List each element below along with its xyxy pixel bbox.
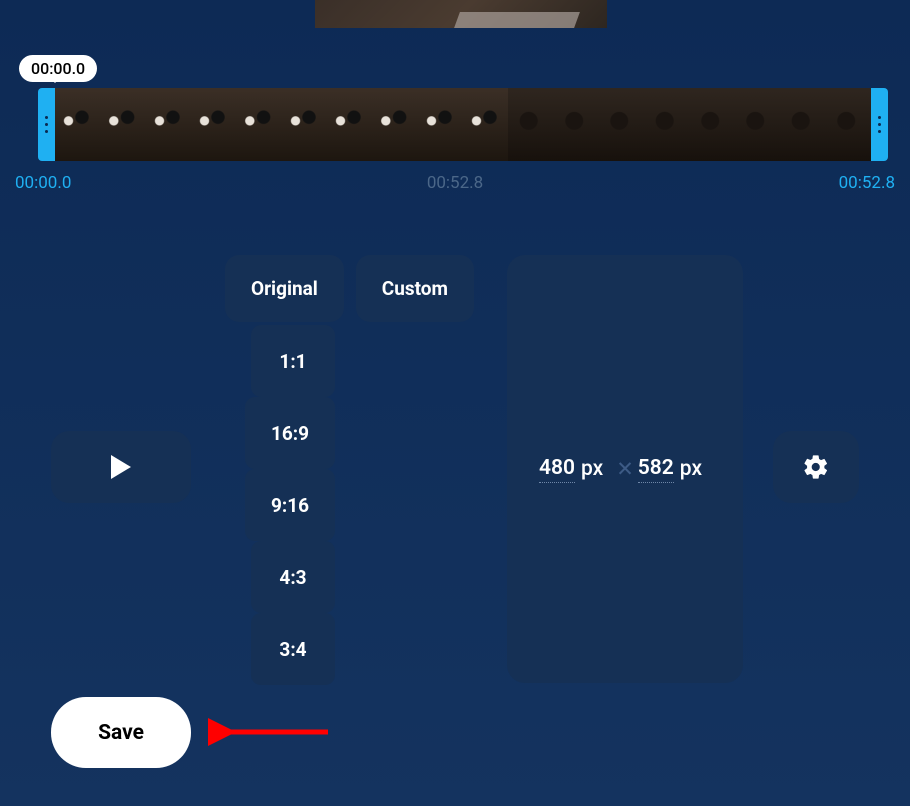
trim-handle-right[interactable] <box>871 88 888 161</box>
annotation-arrow-icon <box>208 712 338 752</box>
ratio-4-3[interactable]: 4:3 <box>251 541 335 613</box>
timeline-mid-time: 00:52.8 <box>427 173 483 193</box>
timeline-frame <box>690 88 735 161</box>
ratio-3-4[interactable]: 3:4 <box>251 613 335 685</box>
aspect-tab-custom[interactable]: Custom <box>356 255 474 322</box>
play-button[interactable] <box>51 431 191 503</box>
timeline-frame <box>372 88 417 161</box>
timeline-frame <box>644 88 689 161</box>
timeline-frame <box>735 88 780 161</box>
width-unit: px <box>581 457 603 481</box>
timeline-frame <box>599 88 644 161</box>
drag-dots-icon <box>878 116 881 133</box>
gear-icon <box>802 453 830 481</box>
ratio-1-1[interactable]: 1:1 <box>251 325 335 397</box>
timeline-frame <box>282 88 327 161</box>
timeline-frame <box>236 88 281 161</box>
timeline-frame <box>100 88 145 161</box>
height-input[interactable]: 582 <box>638 456 674 483</box>
playhead-time-tooltip: 00:00.0 <box>19 55 97 82</box>
dimension-panel: 480 px ✕ 582 px <box>507 255 743 683</box>
timeline-frame <box>826 88 871 161</box>
height-unit: px <box>680 457 702 481</box>
video-preview-thumbnail <box>315 0 607 28</box>
timeline-end-time: 00:52.8 <box>839 173 895 193</box>
timeline-frame <box>780 88 825 161</box>
ratio-16-9[interactable]: 16:9 <box>245 397 335 469</box>
timeline-frame <box>146 88 191 161</box>
width-input[interactable]: 480 <box>539 456 575 483</box>
multiply-icon: ✕ <box>616 457 634 482</box>
drag-dots-icon <box>45 116 48 133</box>
timeline-frame <box>55 88 100 161</box>
timeline-frame <box>554 88 599 161</box>
save-button[interactable]: Save <box>51 697 191 768</box>
timeline-frame <box>463 88 508 161</box>
trim-handle-left[interactable] <box>38 88 55 161</box>
ratio-9-16[interactable]: 9:16 <box>245 469 335 541</box>
timeline-frame <box>508 88 553 161</box>
aspect-ratio-list: 1:1 16:9 9:16 4:3 3:4 <box>245 325 335 685</box>
timeline-frames[interactable] <box>55 88 871 161</box>
timeline-frame <box>191 88 236 161</box>
play-icon <box>109 454 133 480</box>
timeline-frame <box>327 88 372 161</box>
timeline-start-time: 00:00.0 <box>15 173 71 193</box>
aspect-tab-original[interactable]: Original <box>225 255 344 322</box>
timeline-strip[interactable] <box>38 88 888 161</box>
settings-button[interactable] <box>773 431 859 503</box>
timeline-frame <box>418 88 463 161</box>
